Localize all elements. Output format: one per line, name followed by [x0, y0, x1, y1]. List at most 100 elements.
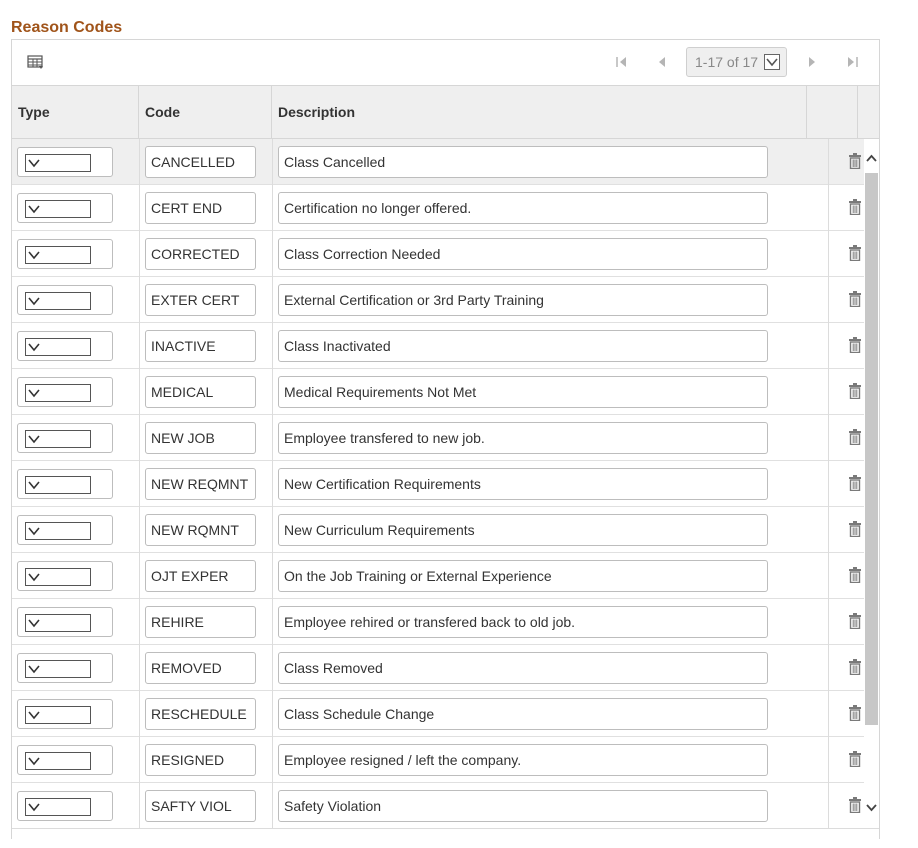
description-field[interactable]: Class Correction Needed — [278, 238, 768, 270]
table-row[interactable]: Program NEW REQMNT New Certification Req… — [12, 461, 864, 507]
description-field[interactable]: Class Inactivated — [278, 330, 768, 362]
description-field[interactable]: Class Removed — [278, 652, 768, 684]
trash-icon[interactable] — [849, 245, 861, 261]
type-select[interactable]: Class Status — [17, 653, 113, 683]
description-field[interactable]: New Certification Requirements — [278, 468, 768, 500]
chevron-down-icon[interactable] — [25, 154, 91, 172]
chevron-down-icon[interactable] — [25, 430, 91, 448]
type-select[interactable]: Program — [17, 423, 113, 453]
code-field[interactable]: CORRECTED — [145, 238, 256, 270]
column-header-description[interactable]: Description — [272, 86, 807, 138]
code-field[interactable]: REMOVED — [145, 652, 256, 684]
code-field[interactable]: OJT EXPER — [145, 560, 256, 592]
scrollbar-thumb[interactable] — [865, 173, 878, 725]
description-field[interactable]: Safety Violation — [278, 790, 768, 822]
code-field[interactable]: REHIRE — [145, 606, 256, 638]
next-page-icon[interactable] — [804, 54, 820, 70]
chevron-down-icon[interactable] — [25, 614, 91, 632]
table-row[interactable]: Program NEW JOB Employee transfered to n… — [12, 415, 864, 461]
trash-icon[interactable] — [849, 613, 861, 629]
column-header-type[interactable]: Type — [12, 86, 139, 138]
scroll-down-icon[interactable] — [864, 798, 879, 818]
table-row[interactable]: Program REHIRE Employee rehired or trans… — [12, 599, 864, 645]
page-selector[interactable]: 1-17 of 17 — [686, 47, 787, 77]
type-select[interactable]: Program — [17, 745, 113, 775]
type-select[interactable]: Program — [17, 193, 113, 223]
type-select[interactable]: Program — [17, 607, 113, 637]
type-select[interactable]: Program — [17, 515, 113, 545]
type-select[interactable]: Program — [17, 791, 113, 821]
type-select[interactable]: Class Status — [17, 331, 113, 361]
description-field[interactable]: New Curriculum Requirements — [278, 514, 768, 546]
chevron-down-icon[interactable] — [25, 246, 91, 264]
trash-icon[interactable] — [849, 751, 861, 767]
chevron-down-icon[interactable] — [25, 798, 91, 816]
trash-icon[interactable] — [849, 659, 861, 675]
description-field[interactable]: Employee rehired or transfered back to o… — [278, 606, 768, 638]
table-row[interactable]: Program SAFTY VIOL Safety Violation — [12, 783, 864, 829]
trash-icon[interactable] — [849, 153, 861, 169]
type-select[interactable]: Class Status — [17, 239, 113, 269]
code-field[interactable]: MEDICAL — [145, 376, 256, 408]
description-field[interactable]: Certification no longer offered. — [278, 192, 768, 224]
trash-icon[interactable] — [849, 291, 861, 307]
type-select[interactable]: Program — [17, 377, 113, 407]
trash-icon[interactable] — [849, 567, 861, 583]
trash-icon[interactable] — [849, 475, 861, 491]
chevron-down-icon[interactable] — [25, 292, 91, 310]
table-row[interactable]: Program CERT END Certification no longer… — [12, 185, 864, 231]
type-select[interactable]: Class Status — [17, 699, 113, 729]
table-row[interactable]: Program OJT EXPER On the Job Training or… — [12, 553, 864, 599]
trash-icon[interactable] — [849, 429, 861, 445]
chevron-down-icon[interactable] — [764, 54, 780, 70]
trash-icon[interactable] — [849, 383, 861, 399]
chevron-down-icon[interactable] — [25, 476, 91, 494]
chevron-down-icon[interactable] — [25, 660, 91, 678]
table-row[interactable]: Program EXTER CERT External Certificatio… — [12, 277, 864, 323]
code-field[interactable]: CERT END — [145, 192, 256, 224]
chevron-down-icon[interactable] — [25, 752, 91, 770]
table-row[interactable]: Class Status CORRECTED Class Correction … — [12, 231, 864, 277]
trash-icon[interactable] — [849, 337, 861, 353]
previous-page-icon[interactable] — [654, 54, 670, 70]
grid-settings-icon[interactable] — [27, 53, 45, 71]
table-row[interactable]: Program RESIGNED Employee resigned / lef… — [12, 737, 864, 783]
description-field[interactable]: Class Cancelled — [278, 146, 768, 178]
table-row[interactable]: Program NEW RQMNT New Curriculum Require… — [12, 507, 864, 553]
first-page-icon[interactable] — [614, 54, 630, 70]
chevron-down-icon[interactable] — [25, 522, 91, 540]
type-select[interactable]: Class Status — [17, 147, 113, 177]
code-field[interactable]: RESCHEDULE — [145, 698, 256, 730]
code-field[interactable]: SAFTY VIOL — [145, 790, 256, 822]
description-field[interactable]: Class Schedule Change — [278, 698, 768, 730]
chevron-down-icon[interactable] — [25, 200, 91, 218]
trash-icon[interactable] — [849, 521, 861, 537]
code-field[interactable]: INACTIVE — [145, 330, 256, 362]
type-select[interactable]: Program — [17, 285, 113, 315]
description-field[interactable]: Medical Requirements Not Met — [278, 376, 768, 408]
code-field[interactable]: RESIGNED — [145, 744, 256, 776]
chevron-down-icon[interactable] — [25, 384, 91, 402]
type-select[interactable]: Program — [17, 469, 113, 499]
chevron-down-icon[interactable] — [25, 706, 91, 724]
description-field[interactable]: Employee resigned / left the company. — [278, 744, 768, 776]
trash-icon[interactable] — [849, 705, 861, 721]
last-page-icon[interactable] — [844, 54, 860, 70]
code-field[interactable]: NEW RQMNT — [145, 514, 256, 546]
scroll-up-icon[interactable] — [864, 148, 879, 168]
column-header-code[interactable]: Code — [139, 86, 272, 138]
description-field[interactable]: On the Job Training or External Experien… — [278, 560, 768, 592]
type-select[interactable]: Program — [17, 561, 113, 591]
code-field[interactable]: NEW JOB — [145, 422, 256, 454]
code-field[interactable]: EXTER CERT — [145, 284, 256, 316]
chevron-down-icon[interactable] — [25, 338, 91, 356]
description-field[interactable]: External Certification or 3rd Party Trai… — [278, 284, 768, 316]
trash-icon[interactable] — [849, 797, 861, 813]
description-field[interactable]: Employee transfered to new job. — [278, 422, 768, 454]
table-row[interactable]: Class Status REMOVED Class Removed — [12, 645, 864, 691]
table-row[interactable]: Class Status RESCHEDULE Class Schedule C… — [12, 691, 864, 737]
table-row[interactable]: Class Status INACTIVE Class Inactivated — [12, 323, 864, 369]
table-row[interactable]: Class Status CANCELLED Class Cancelled — [12, 139, 864, 185]
code-field[interactable]: CANCELLED — [145, 146, 256, 178]
trash-icon[interactable] — [849, 199, 861, 215]
